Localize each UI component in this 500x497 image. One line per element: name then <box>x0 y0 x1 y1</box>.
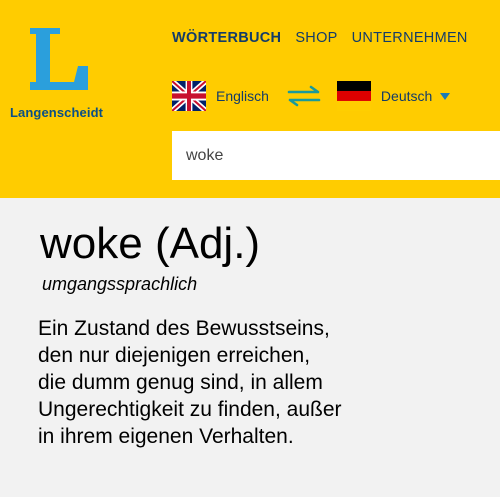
main-nav: WÖRTERBUCH SHOP UNTERNEHMEN <box>172 30 468 46</box>
definition-line: Ein Zustand des Bewusstseins, <box>38 317 330 340</box>
search-input[interactable] <box>172 131 500 180</box>
definition-line: den nur diejenigen erreichen, <box>38 344 311 367</box>
source-language-label[interactable]: Englisch <box>216 88 269 104</box>
language-selector: Englisch Deutsch <box>172 80 451 112</box>
germany-flag-icon[interactable] <box>336 81 371 111</box>
logo-l-mark <box>30 28 88 90</box>
logo-wordmark: Langenscheidt <box>10 105 104 120</box>
uk-flag-icon[interactable] <box>172 81 206 111</box>
definition-line: in ihrem eigenen Verhalten. <box>38 425 294 448</box>
definition-line: Ungerechtigkeit zu finden, außer <box>38 398 342 421</box>
nav-item-shop[interactable]: SHOP <box>295 30 337 46</box>
entry-definition: Ein Zustand des Bewusstseins, den nur di… <box>38 315 478 450</box>
entry-headword: woke (Adj.) <box>40 219 261 268</box>
caret-down-icon[interactable] <box>440 92 451 100</box>
entry-register: umgangssprachlich <box>42 274 198 294</box>
nav-item-woerterbuch[interactable]: WÖRTERBUCH <box>172 30 281 46</box>
target-language-label[interactable]: Deutsch <box>381 88 432 104</box>
site-header: Langenscheidt WÖRTERBUCH SHOP UNTERNEHME… <box>0 0 500 198</box>
swap-arrows-icon[interactable] <box>285 85 323 107</box>
nav-item-unternehmen[interactable]: UNTERNEHMEN <box>352 30 468 46</box>
definition-line: die dumm genug sind, in allem <box>38 371 323 394</box>
langenscheidt-logo[interactable]: Langenscheidt <box>0 0 160 198</box>
